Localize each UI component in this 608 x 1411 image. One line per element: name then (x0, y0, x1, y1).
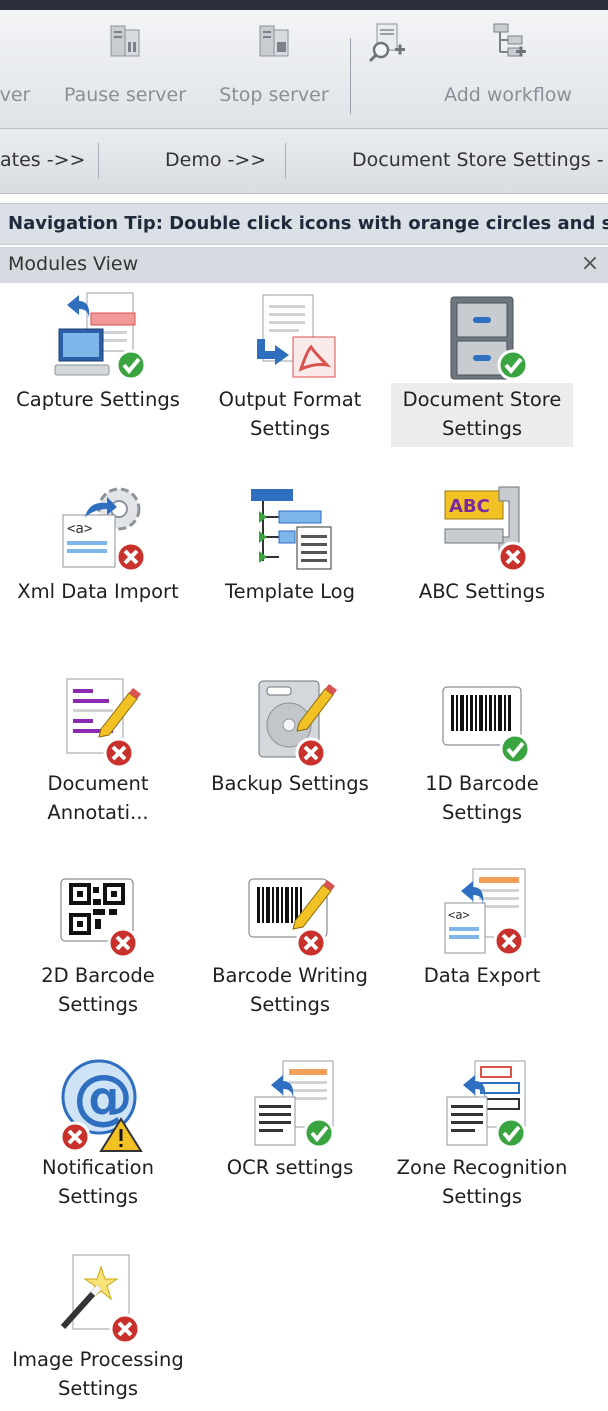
toolbar-button-label: Add workflow (444, 84, 572, 106)
svg-text:<a>: <a> (448, 908, 470, 922)
document-store-icon (450, 296, 529, 381)
module-label: Capture Settings (16, 388, 180, 411)
module-label: Output Format (218, 388, 362, 411)
module-label: OCR settings (226, 1156, 354, 1179)
module-label: Settings (442, 1185, 522, 1208)
tab-templates[interactable]: ates ->> (0, 149, 85, 171)
module-output-format-settings[interactable]: Output Format Settings (199, 283, 381, 451)
module-zone-recognition-settings[interactable]: Zone Recognition Settings (391, 1051, 573, 1219)
tab-separator (285, 143, 286, 179)
module-label: Zone Recognition (396, 1156, 568, 1179)
tab-separator (98, 143, 99, 179)
module-label: Settings (58, 1377, 138, 1400)
module-label: Xml Data Import (17, 580, 179, 603)
module-label: Settings (250, 993, 330, 1016)
ocr-settings-icon (254, 1060, 335, 1149)
close-icon[interactable]: × (576, 249, 604, 279)
module-label: Settings (442, 417, 522, 440)
image-processing-icon (60, 1254, 141, 1345)
module-label: 1D Barcode (425, 772, 539, 795)
navigation-tip-bar: Navigation Tip: Double click icons with … (0, 203, 608, 245)
toolbar: ver Pause server Stop server Add workflo… (0, 10, 608, 129)
module-template-log[interactable]: Template Log (199, 475, 381, 643)
module-1d-barcode-settings[interactable]: 1D Barcode Settings (391, 667, 573, 835)
toolbar-button-label: ver (0, 84, 31, 106)
zone-recognition-icon (446, 1060, 527, 1149)
module-notification-settings[interactable]: @ Notification Settings (7, 1051, 189, 1219)
module-label: Settings (442, 801, 522, 824)
backup-settings-icon (258, 680, 337, 769)
capture-settings-icon (54, 292, 147, 381)
module-label: Image Processing (12, 1348, 184, 1371)
navigation-tabs: ates ->> Demo ->> Document Store Setting… (0, 129, 608, 194)
barcode-1d-icon (442, 686, 531, 765)
module-backup-settings[interactable]: Backup Settings (199, 667, 381, 835)
svg-text:<a>: <a> (67, 521, 92, 537)
navigation-tip-text: Navigation Tip: Double click icons with … (8, 213, 608, 234)
notification-icon: @ (59, 1059, 143, 1153)
stop-server-button[interactable]: Stop server (210, 18, 338, 118)
barcode-writing-icon (248, 878, 335, 959)
module-label: Template Log (224, 580, 355, 603)
template-log-icon (251, 489, 332, 570)
module-capture-settings[interactable]: Capture Settings (7, 283, 189, 451)
tab-document-store-settings[interactable]: Document Store Settings - (352, 149, 604, 171)
output-format-icon (257, 294, 336, 378)
module-label: Settings (250, 417, 330, 440)
module-document-store-settings[interactable]: Document Store Settings (391, 283, 573, 451)
module-barcode-writing-settings[interactable]: Barcode Writing Settings (199, 859, 381, 1027)
module-xml-data-import[interactable]: <a> Xml Data Import (7, 475, 189, 643)
tab-demo[interactable]: Demo ->> (165, 149, 266, 171)
module-label: Settings (58, 1185, 138, 1208)
toolbar-button-server[interactable]: ver (0, 18, 40, 118)
document-search-icon (368, 23, 405, 62)
window-top-edge (0, 0, 608, 10)
svg-text:@: @ (73, 1062, 133, 1132)
module-label: Settings (58, 993, 138, 1016)
xml-data-import-icon: <a> (62, 487, 147, 573)
barcode-2d-icon (60, 878, 139, 959)
server-icon (259, 25, 289, 57)
module-label: Document (47, 772, 149, 795)
module-label: Notification (42, 1156, 154, 1179)
module-document-annotation[interactable]: Document Annotati... (7, 667, 189, 835)
toolbar-button-label: Pause server (63, 84, 187, 106)
module-label: Document Store (402, 388, 562, 411)
module-abc-settings[interactable]: ABC ABC Settings (391, 475, 573, 643)
panel-title: Modules View (8, 253, 139, 275)
module-image-processing-settings[interactable]: Image Processing Settings (7, 1243, 189, 1411)
svg-text:ABC: ABC (449, 496, 490, 517)
workflow-icon (493, 23, 526, 57)
add-document-button[interactable] (362, 18, 412, 118)
abc-settings-icon: ABC (444, 486, 529, 573)
module-ocr-settings[interactable]: OCR settings (199, 1051, 381, 1219)
add-workflow-button[interactable]: Add workflow (428, 18, 588, 118)
module-data-export[interactable]: <a> Data Export (391, 859, 573, 1027)
module-label: Barcode Writing (212, 964, 368, 987)
module-label: Data Export (423, 964, 541, 987)
module-label: Backup Settings (211, 772, 369, 795)
document-annotation-icon (66, 678, 141, 769)
module-2d-barcode-settings[interactable]: 2D Barcode Settings (7, 859, 189, 1027)
module-label: 2D Barcode (41, 964, 155, 987)
data-export-icon: <a> (444, 868, 526, 957)
modules-grid: Capture Settings Output Format Settings … (0, 283, 608, 1408)
module-label: Annotati... (47, 801, 149, 824)
toolbar-button-label: Stop server (219, 84, 329, 106)
modules-view-header: Modules View × (0, 247, 608, 283)
module-label: ABC Settings (418, 580, 546, 603)
toolbar-separator (350, 38, 351, 114)
pause-server-button[interactable]: Pause server (58, 18, 192, 118)
server-icon (110, 25, 140, 57)
